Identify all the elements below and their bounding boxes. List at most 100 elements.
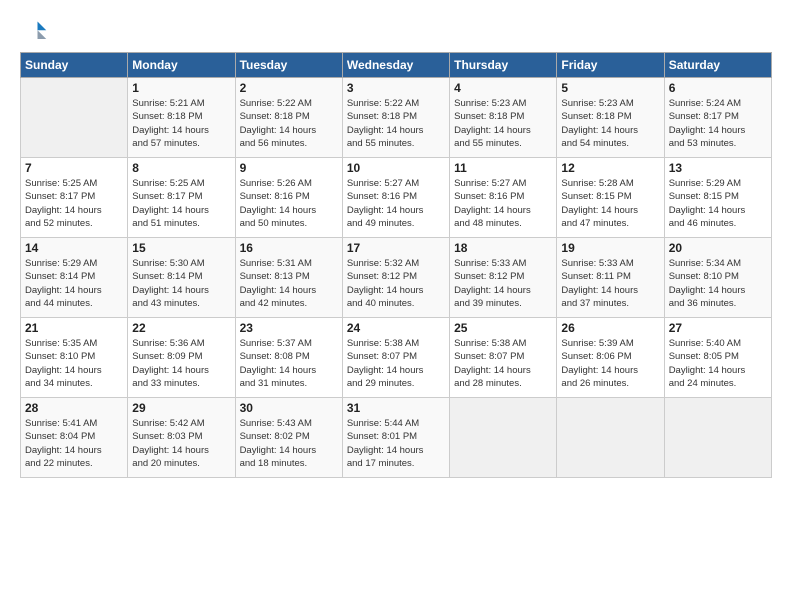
calendar-cell: 25 Sunrise: 5:38 AM Sunset: 8:07 PM Dayli… bbox=[450, 318, 557, 398]
day-number: 18 bbox=[454, 241, 552, 255]
calendar-cell: 7 Sunrise: 5:25 AM Sunset: 8:17 PM Daylig… bbox=[21, 158, 128, 238]
calendar-cell: 22Sunrise: 5:36 AM Sunset: 8:09 PM Dayli… bbox=[128, 318, 235, 398]
day-info: Sunrise: 5:28 AM Sunset: 8:15 PM Dayligh… bbox=[561, 177, 659, 230]
day-number: 9 bbox=[240, 161, 338, 175]
day-number: 8 bbox=[132, 161, 230, 175]
calendar-week-row: 21 Sunrise: 5:35 AM Sunset: 8:10 PM Dayli… bbox=[21, 318, 772, 398]
day-number: 5 bbox=[561, 81, 659, 95]
calendar-cell bbox=[21, 78, 128, 158]
day-number: 27 bbox=[669, 321, 767, 335]
day-info: Sunrise: 5:41 AM Sunset: 8:04 PM Dayligh… bbox=[25, 417, 123, 470]
calendar-cell: 2 Sunrise: 5:22 AM Sunset: 8:18 PM Daylig… bbox=[235, 78, 342, 158]
calendar-cell: 16 Sunrise: 5:31 AM Sunset: 8:13 PM Dayli… bbox=[235, 238, 342, 318]
day-number: 19 bbox=[561, 241, 659, 255]
calendar-cell: 27 Sunrise: 5:40 AM Sunset: 8:05 PM Dayli… bbox=[664, 318, 771, 398]
calendar-cell: 5 Sunrise: 5:23 AM Sunset: 8:18 PM Daylig… bbox=[557, 78, 664, 158]
calendar-cell: 20Sunrise: 5:34 AM Sunset: 8:10 PM Dayli… bbox=[664, 238, 771, 318]
day-info: Sunrise: 5:37 AM Sunset: 8:08 PM Dayligh… bbox=[240, 337, 338, 390]
calendar-cell: 21 Sunrise: 5:35 AM Sunset: 8:10 PM Dayli… bbox=[21, 318, 128, 398]
calendar-cell: 29 Sunrise: 5:42 AM Sunset: 8:03 PM Dayli… bbox=[128, 398, 235, 478]
day-info: Sunrise: 5:39 AM Sunset: 8:06 PM Dayligh… bbox=[561, 337, 659, 390]
calendar-week-row: 1Sunrise: 5:21 AM Sunset: 8:18 PM Daylig… bbox=[21, 78, 772, 158]
day-number: 15 bbox=[132, 241, 230, 255]
header bbox=[20, 18, 772, 46]
day-number: 17 bbox=[347, 241, 445, 255]
calendar-cell: 3Sunrise: 5:22 AM Sunset: 8:18 PM Daylig… bbox=[342, 78, 449, 158]
calendar-week-row: 14Sunrise: 5:29 AM Sunset: 8:14 PM Dayli… bbox=[21, 238, 772, 318]
calendar-cell: 12 Sunrise: 5:28 AM Sunset: 8:15 PM Dayli… bbox=[557, 158, 664, 238]
day-of-week-header: Monday bbox=[128, 53, 235, 78]
day-number: 12 bbox=[561, 161, 659, 175]
calendar-cell: 31 Sunrise: 5:44 AM Sunset: 8:01 PM Dayli… bbox=[342, 398, 449, 478]
day-of-week-header: Thursday bbox=[450, 53, 557, 78]
calendar-cell: 14Sunrise: 5:29 AM Sunset: 8:14 PM Dayli… bbox=[21, 238, 128, 318]
day-number: 25 bbox=[454, 321, 552, 335]
calendar-cell: 19 Sunrise: 5:33 AM Sunset: 8:11 PM Dayli… bbox=[557, 238, 664, 318]
day-info: Sunrise: 5:38 AM Sunset: 8:07 PM Dayligh… bbox=[347, 337, 445, 390]
calendar-cell: 23 Sunrise: 5:37 AM Sunset: 8:08 PM Dayli… bbox=[235, 318, 342, 398]
calendar-cell: 15Sunrise: 5:30 AM Sunset: 8:14 PM Dayli… bbox=[128, 238, 235, 318]
calendar-cell: 1Sunrise: 5:21 AM Sunset: 8:18 PM Daylig… bbox=[128, 78, 235, 158]
calendar-cell: 17 Sunrise: 5:32 AM Sunset: 8:12 PM Dayli… bbox=[342, 238, 449, 318]
day-number: 1 bbox=[132, 81, 230, 95]
logo bbox=[20, 18, 52, 46]
calendar-cell: 13 Sunrise: 5:29 AM Sunset: 8:15 PM Dayli… bbox=[664, 158, 771, 238]
calendar-cell: 6 Sunrise: 5:24 AM Sunset: 8:17 PM Daylig… bbox=[664, 78, 771, 158]
day-info: Sunrise: 5:25 AM Sunset: 8:17 PM Dayligh… bbox=[25, 177, 123, 230]
day-number: 31 bbox=[347, 401, 445, 415]
calendar-cell: 9Sunrise: 5:26 AM Sunset: 8:16 PM Daylig… bbox=[235, 158, 342, 238]
day-info: Sunrise: 5:40 AM Sunset: 8:05 PM Dayligh… bbox=[669, 337, 767, 390]
day-number: 24 bbox=[347, 321, 445, 335]
day-info: Sunrise: 5:25 AM Sunset: 8:17 PM Dayligh… bbox=[132, 177, 230, 230]
day-of-week-header: Friday bbox=[557, 53, 664, 78]
day-number: 11 bbox=[454, 161, 552, 175]
calendar-cell: 11 Sunrise: 5:27 AM Sunset: 8:16 PM Dayli… bbox=[450, 158, 557, 238]
day-info: Sunrise: 5:23 AM Sunset: 8:18 PM Dayligh… bbox=[561, 97, 659, 150]
day-info: Sunrise: 5:35 AM Sunset: 8:10 PM Dayligh… bbox=[25, 337, 123, 390]
calendar-cell: 26 Sunrise: 5:39 AM Sunset: 8:06 PM Dayli… bbox=[557, 318, 664, 398]
day-info: Sunrise: 5:22 AM Sunset: 8:18 PM Dayligh… bbox=[240, 97, 338, 150]
main-container: SundayMondayTuesdayWednesdayThursdayFrid… bbox=[0, 0, 792, 488]
calendar-table: SundayMondayTuesdayWednesdayThursdayFrid… bbox=[20, 52, 772, 478]
day-info: Sunrise: 5:32 AM Sunset: 8:12 PM Dayligh… bbox=[347, 257, 445, 310]
calendar-cell: 30Sunrise: 5:43 AM Sunset: 8:02 PM Dayli… bbox=[235, 398, 342, 478]
calendar-cell: 28Sunrise: 5:41 AM Sunset: 8:04 PM Dayli… bbox=[21, 398, 128, 478]
calendar-cell: 4 Sunrise: 5:23 AM Sunset: 8:18 PM Daylig… bbox=[450, 78, 557, 158]
day-number: 10 bbox=[347, 161, 445, 175]
day-info: Sunrise: 5:34 AM Sunset: 8:10 PM Dayligh… bbox=[669, 257, 767, 310]
calendar-cell bbox=[664, 398, 771, 478]
calendar-header-row: SundayMondayTuesdayWednesdayThursdayFrid… bbox=[21, 53, 772, 78]
day-info: Sunrise: 5:33 AM Sunset: 8:11 PM Dayligh… bbox=[561, 257, 659, 310]
day-of-week-header: Sunday bbox=[21, 53, 128, 78]
calendar-week-row: 28Sunrise: 5:41 AM Sunset: 8:04 PM Dayli… bbox=[21, 398, 772, 478]
calendar-week-row: 7 Sunrise: 5:25 AM Sunset: 8:17 PM Daylig… bbox=[21, 158, 772, 238]
day-info: Sunrise: 5:23 AM Sunset: 8:18 PM Dayligh… bbox=[454, 97, 552, 150]
day-number: 2 bbox=[240, 81, 338, 95]
day-of-week-header: Saturday bbox=[664, 53, 771, 78]
day-number: 16 bbox=[240, 241, 338, 255]
day-number: 26 bbox=[561, 321, 659, 335]
calendar-cell: 8 Sunrise: 5:25 AM Sunset: 8:17 PM Daylig… bbox=[128, 158, 235, 238]
day-info: Sunrise: 5:27 AM Sunset: 8:16 PM Dayligh… bbox=[347, 177, 445, 230]
calendar-cell: 24 Sunrise: 5:38 AM Sunset: 8:07 PM Dayli… bbox=[342, 318, 449, 398]
day-number: 6 bbox=[669, 81, 767, 95]
day-info: Sunrise: 5:24 AM Sunset: 8:17 PM Dayligh… bbox=[669, 97, 767, 150]
day-info: Sunrise: 5:33 AM Sunset: 8:12 PM Dayligh… bbox=[454, 257, 552, 310]
day-info: Sunrise: 5:44 AM Sunset: 8:01 PM Dayligh… bbox=[347, 417, 445, 470]
day-number: 4 bbox=[454, 81, 552, 95]
day-info: Sunrise: 5:29 AM Sunset: 8:15 PM Dayligh… bbox=[669, 177, 767, 230]
day-info: Sunrise: 5:38 AM Sunset: 8:07 PM Dayligh… bbox=[454, 337, 552, 390]
day-number: 7 bbox=[25, 161, 123, 175]
day-number: 29 bbox=[132, 401, 230, 415]
logo-icon bbox=[20, 18, 48, 46]
day-info: Sunrise: 5:31 AM Sunset: 8:13 PM Dayligh… bbox=[240, 257, 338, 310]
day-number: 13 bbox=[669, 161, 767, 175]
calendar-cell bbox=[450, 398, 557, 478]
day-number: 30 bbox=[240, 401, 338, 415]
day-info: Sunrise: 5:29 AM Sunset: 8:14 PM Dayligh… bbox=[25, 257, 123, 310]
day-info: Sunrise: 5:27 AM Sunset: 8:16 PM Dayligh… bbox=[454, 177, 552, 230]
day-number: 21 bbox=[25, 321, 123, 335]
calendar-cell bbox=[557, 398, 664, 478]
day-number: 23 bbox=[240, 321, 338, 335]
day-info: Sunrise: 5:42 AM Sunset: 8:03 PM Dayligh… bbox=[132, 417, 230, 470]
